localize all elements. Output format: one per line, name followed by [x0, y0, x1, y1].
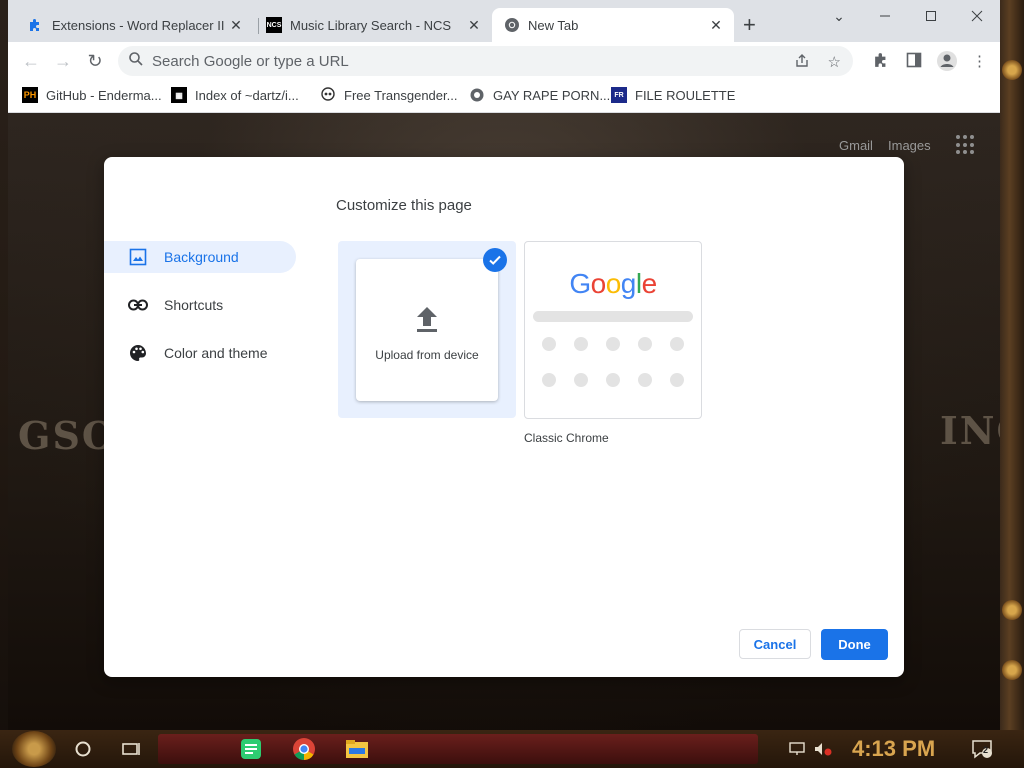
share-icon[interactable] — [794, 53, 810, 73]
link-icon — [128, 295, 148, 315]
file-explorer-icon[interactable] — [342, 734, 372, 764]
network-icon[interactable] — [786, 738, 808, 760]
bookmark-label: Index of ~dartz/i... — [195, 87, 299, 103]
sidebar-item-label: Background — [164, 249, 239, 265]
menu-icon[interactable]: ⋮ — [972, 52, 987, 70]
chrome-taskbar-icon[interactable] — [289, 734, 319, 764]
tab-new-tab[interactable]: New Tab ✕ — [492, 8, 734, 42]
background-lettering: INC — [940, 408, 1000, 453]
close-icon[interactable]: ✕ — [464, 15, 484, 35]
bookmark-label: FILE ROULETTE — [635, 87, 736, 103]
new-tab-button[interactable]: + — [743, 14, 756, 36]
reload-button[interactable]: ↻ — [84, 50, 106, 72]
maximize-button[interactable] — [916, 6, 946, 26]
tab-title: Extensions - Word Replacer II — [52, 17, 225, 33]
sidebar-item-color-theme[interactable]: Color and theme — [104, 337, 296, 369]
ph-logo: PH — [22, 87, 38, 103]
omnibox[interactable]: Search Google or type a URL ☆ — [118, 46, 853, 76]
bookmark-github[interactable]: PH GitHub - Enderma... — [22, 87, 162, 103]
upload-from-device-card[interactable]: Upload from device — [356, 259, 498, 401]
tab-title: New Tab — [528, 17, 579, 33]
search-icon — [128, 51, 146, 72]
back-button[interactable]: ← — [20, 50, 42, 72]
bookmark-index[interactable]: ▦ Index of ~dartz/i... — [171, 87, 299, 103]
skull-logo — [320, 87, 336, 103]
upload-label: Upload from device — [375, 348, 479, 362]
bookmarks-bar: PH GitHub - Enderma... ▦ Index of ~dartz… — [8, 80, 1000, 113]
tab-strip: Extensions - Word Replacer II ✕ NCS Musi… — [8, 0, 1000, 42]
omnibox-placeholder: Search Google or type a URL — [152, 52, 349, 70]
bookmark-free-transgender[interactable]: Free Transgender... — [320, 87, 457, 103]
bookmark-label: GAY RAPE PORN... — [493, 87, 611, 103]
upload-icon — [413, 305, 441, 340]
image-icon — [128, 247, 148, 267]
images-link[interactable]: Images — [888, 138, 931, 153]
sidebar-item-label: Color and theme — [164, 345, 268, 361]
sidebar-item-background[interactable]: Background — [104, 241, 296, 273]
shortcut-dots-row — [542, 337, 684, 351]
shortcut-dots-row — [542, 373, 684, 387]
toolbar: ← → ↻ Search Google or type a URL ☆ ⋮ — [8, 42, 1000, 80]
minimize-button[interactable] — [870, 6, 900, 26]
gmail-link[interactable]: Gmail — [839, 138, 873, 153]
cortana-icon[interactable] — [72, 738, 94, 760]
side-panel-icon[interactable] — [906, 52, 922, 72]
bookmark-label: GitHub - Enderma... — [46, 87, 162, 103]
close-icon[interactable]: ✕ — [706, 15, 726, 35]
gear-ornament — [1002, 60, 1022, 80]
task-view-icon[interactable] — [120, 738, 142, 760]
palette-icon — [128, 343, 148, 363]
start-button[interactable] — [12, 731, 56, 767]
star-icon[interactable]: ☆ — [828, 53, 841, 73]
chat-app-icon[interactable] — [236, 734, 266, 764]
taskbar: 4:13 PM 2 — [0, 730, 1024, 768]
google-apps-icon[interactable] — [956, 135, 976, 155]
tab-ncs[interactable]: NCS Music Library Search - NCS ✕ — [254, 8, 492, 42]
extensions-icon[interactable] — [874, 52, 890, 72]
tab-extensions[interactable]: Extensions - Word Replacer II ✕ — [16, 8, 254, 42]
sidebar-item-label: Shortcuts — [164, 297, 224, 313]
close-icon[interactable]: ✕ — [226, 15, 246, 35]
google-logo: Google — [569, 268, 657, 299]
sidebar-item-shortcuts[interactable]: Shortcuts — [104, 289, 296, 321]
background-lettering: GSO — [18, 413, 117, 458]
search-bar-preview — [533, 311, 693, 322]
qr-logo: ▦ — [171, 87, 187, 103]
classic-chrome-label: Classic Chrome — [524, 431, 609, 445]
classic-chrome-tile[interactable]: Google — [524, 241, 702, 419]
customize-dialog: Customize this page Background Shortcuts… — [104, 157, 904, 677]
forward-button[interactable]: → — [52, 50, 74, 72]
close-window-button[interactable] — [962, 6, 992, 26]
desktop-right-edge — [1000, 0, 1024, 730]
tab-title: Music Library Search - NCS — [290, 17, 452, 33]
chrome-icon — [504, 17, 520, 33]
gear-ornament — [1002, 600, 1022, 620]
bookmark-label: Free Transgender... — [344, 87, 458, 103]
notifications-icon[interactable]: 2 — [972, 738, 994, 760]
taskbar-clock[interactable]: 4:13 PM — [852, 736, 935, 762]
dialog-title: Customize this page — [336, 197, 472, 214]
notification-count: 2 — [983, 745, 989, 755]
bookmark-gay[interactable]: GAY RAPE PORN... — [469, 87, 610, 103]
ncs-logo: NCS — [266, 17, 282, 33]
bookmark-file-roulette[interactable]: FR FILE ROULETTE — [611, 87, 735, 103]
gear-ornament — [1002, 660, 1022, 680]
checkmark-icon — [483, 248, 507, 272]
done-button[interactable]: Done — [821, 629, 888, 660]
profile-avatar-icon[interactable] — [936, 50, 958, 76]
globe-icon — [469, 87, 485, 103]
chevron-down-icon[interactable]: ⌄ — [824, 6, 854, 26]
speaker-muted-icon[interactable] — [812, 738, 834, 760]
puzzle-icon — [28, 17, 44, 33]
fr-logo: FR — [611, 87, 627, 103]
cancel-button[interactable]: Cancel — [739, 629, 811, 659]
